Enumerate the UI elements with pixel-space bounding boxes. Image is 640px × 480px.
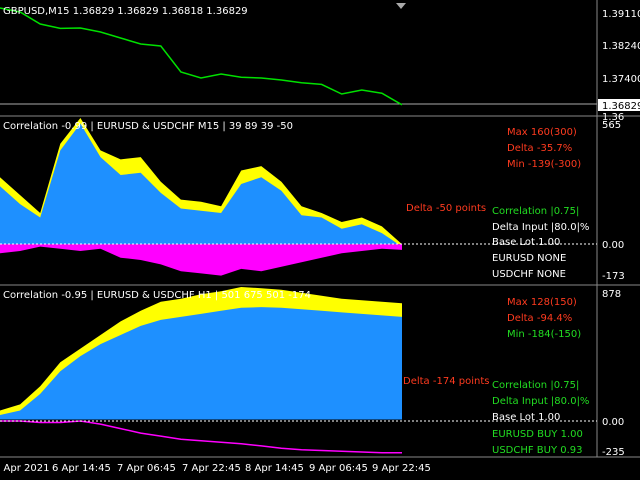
chart-canvas: GBPUSD,M15 1.36829 1.36829 1.36818 1.368… — [0, 0, 640, 480]
time-tick-0: 6 Apr 2021 — [0, 463, 49, 474]
p1-axis-bottom: -173 — [602, 271, 625, 282]
p1-delta-input: Delta Input |80.0|% — [492, 222, 589, 233]
time-tick-5: 9 Apr 06:45 — [309, 463, 368, 474]
p1-min: Min -139(-300) — [507, 159, 581, 170]
p2-correlation: Correlation |0.75| — [492, 380, 579, 391]
p1-eurusd: EURUSD NONE — [492, 253, 566, 264]
p2-delta-points: Delta -174 points — [403, 376, 489, 387]
p2-axis-top: 878 — [602, 289, 621, 300]
time-axis: 6 Apr 2021 6 Apr 14:45 7 Apr 06:45 7 Apr… — [0, 463, 431, 474]
p1-axis-top: 565 — [602, 120, 621, 131]
p2-axis-bottom: -235 — [602, 447, 625, 458]
time-tick-3: 7 Apr 22:45 — [182, 463, 241, 474]
time-tick-2: 7 Apr 06:45 — [117, 463, 176, 474]
p1-delta: Delta -35.7% — [507, 143, 572, 154]
price-tick-3: 1.37400 — [602, 74, 640, 85]
p2-delta-input: Delta Input |80.0|% — [492, 396, 589, 407]
p2-header: Correlation -0.95 | EURUSD & USDCHF H1 |… — [3, 290, 311, 301]
p2-min: Min -184(-150) — [507, 329, 581, 340]
time-tick-4: 8 Apr 14:45 — [245, 463, 304, 474]
main-title: GBPUSD,M15 1.36829 1.36829 1.36818 1.368… — [3, 6, 248, 17]
time-tick-6: 9 Apr 22:45 — [372, 463, 431, 474]
time-tick-1: 6 Apr 14:45 — [52, 463, 111, 474]
p2-delta: Delta -94.4% — [507, 313, 572, 324]
price-tick-1: 1.39110 — [602, 9, 640, 20]
current-price-label: 1.36829 — [602, 101, 640, 112]
p2-max: Max 128(150) — [507, 297, 577, 308]
p1-axis-zero: 0.00 — [602, 240, 624, 251]
p2-base-lot: Base Lot 1.00 — [492, 412, 560, 423]
p1-correlation: Correlation |0.75| — [492, 206, 579, 217]
p1-header: Correlation -0.99 | EURUSD & USDCHF M15 … — [3, 121, 293, 132]
p2-axis-zero: 0.00 — [602, 417, 624, 428]
p1-usdchf: USDCHF NONE — [492, 269, 566, 280]
p1-delta-points: Delta -50 points — [406, 203, 486, 214]
p2-usdchf: USDCHF BUY 0.93 — [492, 445, 583, 456]
p1-max: Max 160(300) — [507, 127, 577, 138]
price-tick-2: 1.38240 — [602, 41, 640, 52]
p2-eurusd: EURUSD BUY 1.00 — [492, 429, 583, 440]
p1-base-lot: Base Lot 1.00 — [492, 237, 560, 248]
